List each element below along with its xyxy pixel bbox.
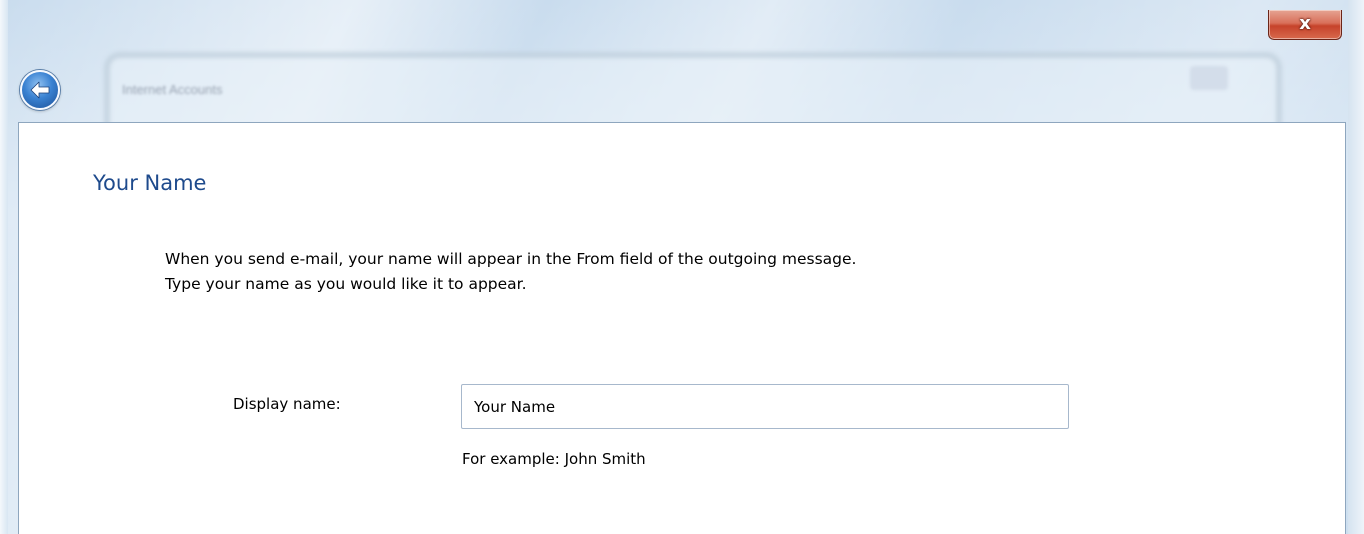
instructions: When you send e-mail, your name will app…	[165, 247, 856, 297]
instructions-line: When you send e-mail, your name will app…	[165, 250, 857, 268]
close-button[interactable]: x	[1268, 10, 1342, 40]
background-window-title: Internet Accounts	[122, 82, 223, 97]
wizard-content: Your Name When you send e-mail, your nam…	[18, 122, 1346, 534]
example-hint: For example: John Smith	[462, 450, 646, 468]
back-button[interactable]	[20, 70, 60, 110]
window-left-edge	[0, 0, 8, 534]
close-icon: x	[1299, 13, 1311, 34]
display-name-input[interactable]	[461, 384, 1069, 429]
background-window-button	[1190, 66, 1228, 90]
back-arrow-icon	[30, 81, 50, 99]
page-title: Your Name	[93, 171, 207, 195]
display-name-label: Display name:	[233, 395, 341, 413]
window-right-edge	[1348, 0, 1364, 534]
instructions-line: Type your name as you would like it to a…	[165, 275, 527, 293]
